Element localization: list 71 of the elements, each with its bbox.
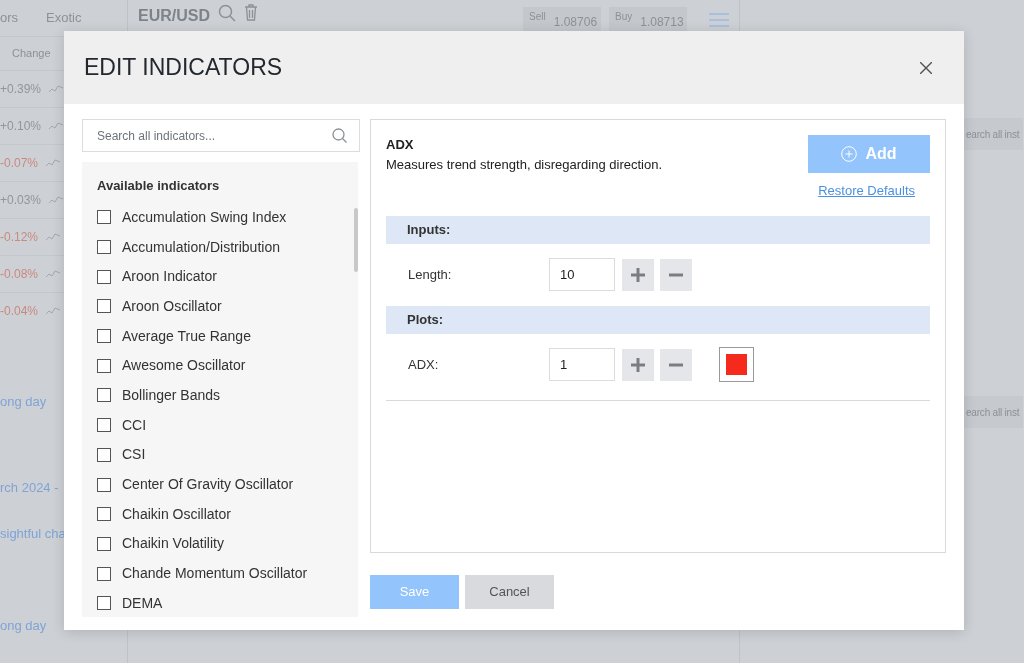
minus-icon [669, 272, 683, 277]
indicator-item[interactable]: Awesome Oscillator [97, 350, 358, 381]
change-value: +0.39% [0, 81, 42, 98]
list-heading: Available indicators [97, 177, 221, 195]
decrement-button[interactable] [660, 348, 692, 381]
number-field[interactable]: 1 [549, 348, 615, 381]
change-value: -0.07% [0, 155, 39, 172]
sparkline-icon [46, 269, 61, 279]
number-field[interactable]: 10 [549, 258, 615, 291]
search-icon [218, 4, 236, 22]
section-header: Plots: [386, 305, 930, 334]
scrollbar-thumb[interactable] [354, 208, 358, 272]
checkbox[interactable] [97, 329, 111, 344]
search-field[interactable]: Search all indicators... [82, 119, 360, 152]
plus-icon [631, 267, 645, 282]
checkbox[interactable] [97, 269, 111, 284]
column-header: Change [12, 46, 51, 62]
dialog-title: EDIT INDICATORS [84, 53, 283, 82]
change-value: -0.08% [0, 266, 39, 283]
increment-button[interactable] [622, 348, 654, 381]
indicator-item[interactable]: Chaikin Oscillator [97, 499, 358, 530]
change-value: +0.10% [0, 118, 42, 135]
field-label: Length: [407, 265, 453, 284]
section-header: Inputs: [386, 215, 930, 244]
field-label: ADX: [407, 355, 440, 374]
checkbox[interactable] [97, 507, 111, 522]
indicator-item[interactable]: Aroon Indicator [97, 261, 358, 292]
indicator-item[interactable]: Average True Range [97, 321, 358, 351]
checkbox[interactable] [97, 299, 111, 314]
indicator-item[interactable]: Chande Momentum Oscillator [97, 558, 358, 589]
trash-icon [244, 4, 258, 21]
increment-button[interactable] [622, 258, 654, 291]
color-swatch[interactable] [719, 347, 754, 382]
sparkline-icon [49, 195, 64, 205]
change-value: +0.03% [0, 192, 42, 209]
menu-icon [709, 12, 729, 28]
sparkline-icon [49, 121, 64, 131]
decrement-button[interactable] [660, 258, 692, 291]
checkbox[interactable] [97, 447, 111, 462]
checkbox[interactable] [97, 388, 111, 403]
sparkline-icon [46, 232, 61, 242]
checkbox[interactable] [97, 566, 111, 581]
checkbox[interactable] [97, 210, 111, 225]
checkbox[interactable] [97, 358, 111, 373]
checkbox[interactable] [97, 418, 111, 433]
cancel-button[interactable]: Cancel [465, 575, 554, 609]
indicator-item[interactable]: CCI [97, 410, 358, 440]
minus-icon [669, 362, 683, 367]
checkbox[interactable] [97, 477, 111, 492]
indicator-item[interactable]: Center Of Gravity Oscillator [97, 469, 358, 500]
plus-circle-icon [841, 146, 858, 162]
indicator-name: ADX [386, 136, 415, 154]
checkbox[interactable] [97, 536, 111, 551]
checkbox[interactable] [97, 596, 111, 611]
checkbox[interactable] [97, 240, 111, 255]
indicator-item[interactable]: Accumulation/Distribution [97, 232, 358, 262]
sparkline-icon [46, 158, 61, 168]
indicator-item[interactable]: Aroon Oscillator [97, 291, 358, 322]
sparkline-icon [49, 84, 64, 94]
change-value: -0.12% [0, 229, 39, 246]
indicator-item[interactable]: DEMA [97, 588, 358, 617]
indicator-item[interactable]: CSI [97, 440, 358, 470]
search-icon [332, 128, 347, 143]
indicator-item[interactable]: Accumulation Swing Index [97, 202, 358, 233]
indicator-item[interactable]: Chaikin Volatility [97, 529, 358, 559]
indicator-description: Measures trend strength, disregarding direction. [386, 155, 663, 174]
change-value: -0.04% [0, 303, 39, 320]
sparkline-icon [46, 306, 61, 316]
indicator-item[interactable]: Bollinger Bands [97, 380, 358, 411]
instrument-symbol: EUR/USD [138, 6, 210, 26]
plus-icon [631, 357, 645, 372]
